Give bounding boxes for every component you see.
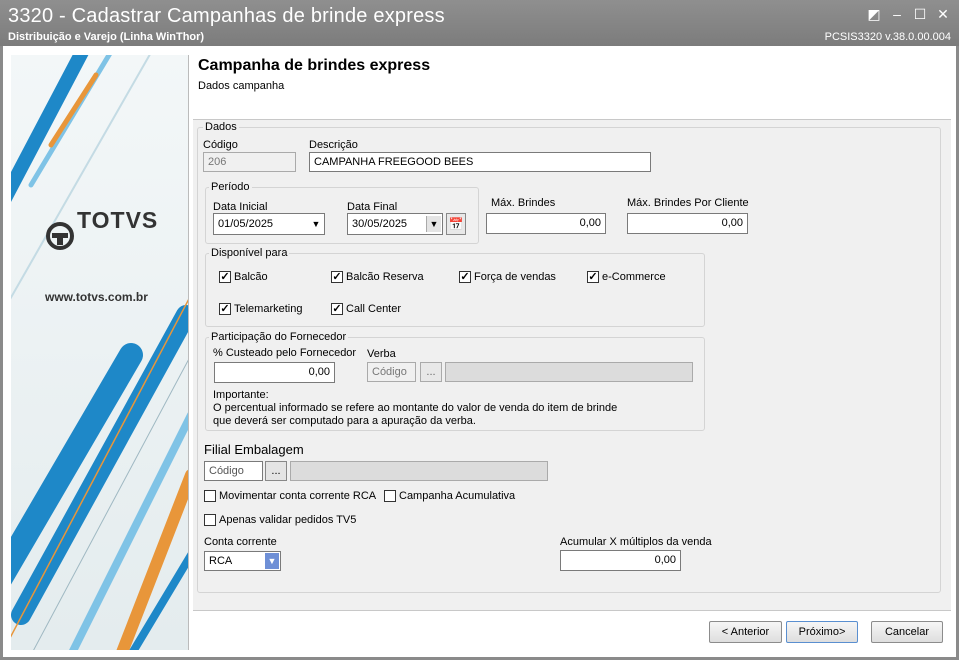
apenas-validar-tv5-checkbox[interactable] [204,514,216,526]
balcao-reserva-checkbox[interactable]: ✓ [331,271,343,283]
filial-codigo-field[interactable]: Código [204,461,263,481]
conta-corrente-select[interactable]: RCA ▼ [204,551,281,571]
max-brindes-label: Máx. Brindes [491,197,556,209]
verba-lookup-button[interactable]: ... [420,362,442,382]
ecommerce-checkbox[interactable]: ✓ [587,271,599,283]
custeado-label: % Custeado pelo Fornecedor [213,347,357,359]
close-icon[interactable]: ✕ [934,6,952,23]
balcao-label: Balcão [234,271,268,283]
telemarketing-checkbox[interactable]: ✓ [219,303,231,315]
codigo-label: Código [203,139,238,151]
data-final-value: 30/05/2025 [352,218,408,230]
window-subtitle: Distribuição e Varejo (Linha WinThor) [8,31,205,43]
importante-title: Importante: [213,389,269,401]
dropdown-arrow-icon[interactable]: ▼ [426,216,441,232]
descricao-field[interactable]: CAMPANHA FREEGOOD BEES [309,152,651,172]
minimize-icon[interactable]: – [888,6,906,22]
sidebar-art [11,55,188,650]
acumular-label: Acumular X múltiplos da venda [560,536,712,548]
campanha-acumulativa-label: Campanha Acumulativa [399,490,516,502]
call-center-checkbox[interactable]: ✓ [331,303,343,315]
verba-label: Verba [367,348,396,360]
call-center-label: Call Center [346,303,402,315]
movimentar-cc-rca-label: Movimentar conta corrente RCA [219,490,377,502]
conta-corrente-value: RCA [209,555,233,567]
title-bar: 3320 - Cadastrar Campanhas de brinde exp… [0,0,959,46]
data-inicial-field[interactable]: 01/05/2025 ▼ [213,213,325,235]
proximo-button[interactable]: Próximo> [786,621,858,643]
verba-codigo-field[interactable]: Código [367,362,416,382]
forca-vendas-label: Força de vendas [474,271,556,283]
disponivel-group [205,253,705,327]
maximize-icon[interactable]: ☐ [911,6,929,23]
chevron-down-icon[interactable]: ▼ [309,216,323,232]
data-final-label: Data Final [347,201,398,213]
acumular-field[interactable]: 0,00 [560,550,681,571]
codigo-field[interactable]: 206 [203,152,296,172]
forca-vendas-checkbox[interactable]: ✓ [459,271,471,283]
ecommerce-label: e-Commerce [602,271,666,283]
data-inicial-label: Data Inicial [213,201,268,213]
footer-divider [193,610,951,611]
conta-corrente-label: Conta corrente [204,536,277,548]
totvs-logo-icon [46,222,74,250]
data-final-field[interactable]: 30/05/2025 ▼ [347,213,443,235]
movimentar-cc-rca-checkbox[interactable] [204,490,216,502]
totvs-brand: TOTVS [77,207,159,233]
custeado-field[interactable]: 0,00 [214,362,335,383]
apenas-validar-tv5-label: Apenas validar pedidos TV5 [219,514,357,526]
filial-embalagem-label: Filial Embalagem [204,442,304,457]
disponivel-legend: Disponível para [209,247,290,259]
max-brindes-cliente-label: Máx. Brindes Por Cliente [627,197,749,209]
data-inicial-value: 01/05/2025 [218,218,274,230]
filial-description-field[interactable] [290,461,548,481]
totvs-url: www.totvs.com.br [45,290,148,304]
version-label: PCSIS3320 v.38.0.00.004 [824,31,951,43]
page-subtitle: Dados campanha [198,80,285,92]
fornecedor-legend: Participação do Fornecedor [209,331,349,343]
cancelar-button[interactable]: Cancelar [871,621,943,643]
dados-legend: Dados [203,121,239,133]
balcao-reserva-label: Balcão Reserva [346,271,424,283]
sidebar-banner: TOTVS www.totvs.com.br [11,55,189,650]
balcao-checkbox[interactable]: ✓ [219,271,231,283]
window-title: 3320 - Cadastrar Campanhas de brinde exp… [8,5,445,27]
periodo-legend: Período [209,181,252,193]
chevron-down-icon[interactable]: ▼ [265,553,279,569]
verba-description-field[interactable] [445,362,693,382]
restore-icon[interactable]: ◩ [865,6,883,23]
page-title: Campanha de brindes express [198,57,431,74]
campanha-acumulativa-checkbox[interactable] [384,490,396,502]
calendar-icon[interactable]: 📅 [446,213,466,235]
anterior-button[interactable]: < Anterior [709,621,782,643]
telemarketing-label: Telemarketing [234,303,303,315]
importante-line1: O percentual informado se refere ao mont… [213,402,618,414]
max-brindes-field[interactable]: 0,00 [486,213,606,234]
filial-lookup-button[interactable]: ... [265,461,287,481]
descricao-label: Descrição [309,139,358,151]
importante-line2: que deverá ser computado para a apuração… [213,415,476,427]
max-brindes-cliente-field[interactable]: 0,00 [627,213,748,234]
